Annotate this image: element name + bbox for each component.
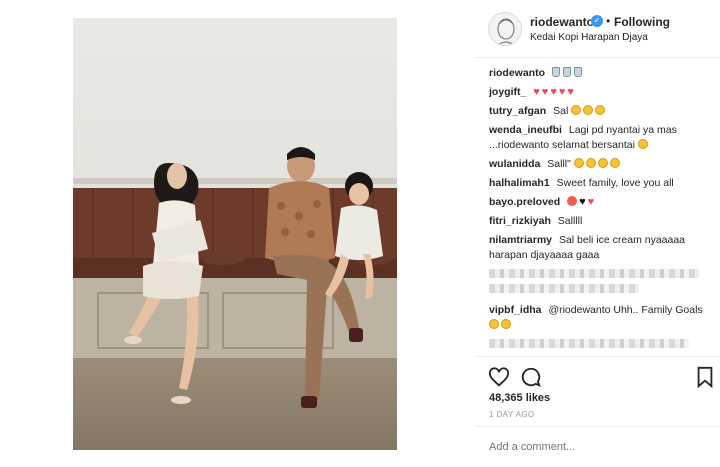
heart-outline-icon[interactable] xyxy=(488,366,510,388)
smiley-emoji-icon xyxy=(501,319,511,329)
post-timestamp: 1 DAY AGO xyxy=(489,410,535,419)
smiley-emoji-icon xyxy=(571,105,582,115)
comment-item: wenda_ineufbi Lagi pd nyantai ya mas ...… xyxy=(489,123,717,153)
smiley-emoji-icon xyxy=(595,105,606,115)
comment-text: Salll" xyxy=(547,158,571,170)
verified-badge-icon: ✓ xyxy=(591,15,603,27)
comment-text: @riodewanto Uhh.. Family Goals xyxy=(548,304,703,316)
comment-list[interactable]: riodewanto joygift_ ♥ ♥ ♥ ♥ ♥ tutry_afgan Sa… xyxy=(489,66,717,356)
comment-username[interactable]: vipbf_idha xyxy=(489,304,542,316)
red-heart-emoji-icon: ♥ xyxy=(550,86,557,98)
avatar[interactable] xyxy=(488,12,522,46)
post-header: riodewanto ✓ • Following Kedai Kopi Hara… xyxy=(475,0,720,58)
family-emoji-icon xyxy=(489,319,499,329)
smiley-emoji-icon xyxy=(583,105,594,115)
comment-text: Sweet family, love you all xyxy=(556,177,674,189)
comment-username[interactable]: bayo.preloved xyxy=(489,196,560,208)
comment-username[interactable]: wenda_ineufbi xyxy=(489,124,562,136)
comment-text: Salllll xyxy=(557,215,583,227)
blurred-comment xyxy=(489,339,689,348)
red-heart-emoji-icon: ♥ xyxy=(567,86,574,98)
post-side-panel: riodewanto ✓ • Following Kedai Kopi Hara… xyxy=(475,0,720,467)
smiley-emoji-icon xyxy=(585,158,596,168)
heart-eyes-emoji-icon xyxy=(567,196,578,206)
comment-username[interactable]: joygift_ xyxy=(489,86,526,98)
comment-username[interactable]: nilamtriarmy xyxy=(489,234,552,246)
coffee-cup-emoji-icon xyxy=(562,67,571,77)
comment-username[interactable]: tutry_afgan xyxy=(489,105,546,117)
comment-item: nilamtriarmy Sal beli ice cream nyaaaaa … xyxy=(489,233,717,263)
comment-item: bayo.preloved ♥ ♥ xyxy=(489,195,717,210)
post-actions-bar xyxy=(475,356,720,392)
coffee-cup-emoji-icon xyxy=(551,67,560,77)
smiley-emoji-icon xyxy=(597,158,608,168)
red-heart-emoji-icon: ♥ xyxy=(558,86,566,98)
coffee-cup-emoji-icon xyxy=(573,67,582,77)
comment-username[interactable]: fitri_rizkiyah xyxy=(489,215,551,227)
separator-dot: • xyxy=(606,14,611,28)
comment-item: tutry_afgan Sal xyxy=(489,104,717,119)
comment-item: fitri_rizkiyah Salllll xyxy=(489,214,717,229)
add-comment-input[interactable] xyxy=(489,441,699,453)
black-heart-emoji-icon: ♥ xyxy=(579,196,586,208)
comment-item: joygift_ ♥ ♥ ♥ ♥ ♥ xyxy=(489,85,717,100)
comment-username[interactable]: riodewanto xyxy=(489,67,545,79)
comment-bubble-icon[interactable] xyxy=(520,366,542,388)
blurred-comment xyxy=(489,284,639,293)
red-heart-emoji-icon: ♥ xyxy=(533,86,540,98)
comment-username[interactable]: halhalimah1 xyxy=(489,177,550,189)
comment-item: halhalimah1 Sweet family, love you all xyxy=(489,176,717,191)
family-photo-illustration xyxy=(73,147,397,450)
post-photo[interactable] xyxy=(73,18,397,450)
avatar-sketch-icon xyxy=(497,18,515,45)
smiley-emoji-icon xyxy=(637,139,648,149)
comment-item: wulanidda Salll" xyxy=(489,157,717,172)
smiley-emoji-icon xyxy=(573,158,584,168)
header-username[interactable]: riodewanto xyxy=(530,15,594,29)
bookmark-icon[interactable] xyxy=(694,366,716,388)
comment-item: riodewanto xyxy=(489,66,717,81)
location-link[interactable]: Kedai Kopi Harapan Djaya xyxy=(530,32,648,43)
comment-text: Sal xyxy=(553,105,569,117)
following-button[interactable]: Following xyxy=(614,15,670,29)
blurred-comment xyxy=(489,269,699,278)
comment-item: vipbf_idha @riodewanto Uhh.. Family Goal… xyxy=(489,303,717,333)
red-heart-emoji-icon: ♥ xyxy=(587,196,595,208)
smiley-emoji-icon xyxy=(609,158,620,168)
post-media-area xyxy=(0,0,475,467)
likes-count[interactable]: 48,365 likes xyxy=(489,392,550,404)
comment-username[interactable]: wulanidda xyxy=(489,158,540,170)
add-comment-bar xyxy=(475,426,720,467)
red-heart-emoji-icon: ♥ xyxy=(541,86,549,98)
